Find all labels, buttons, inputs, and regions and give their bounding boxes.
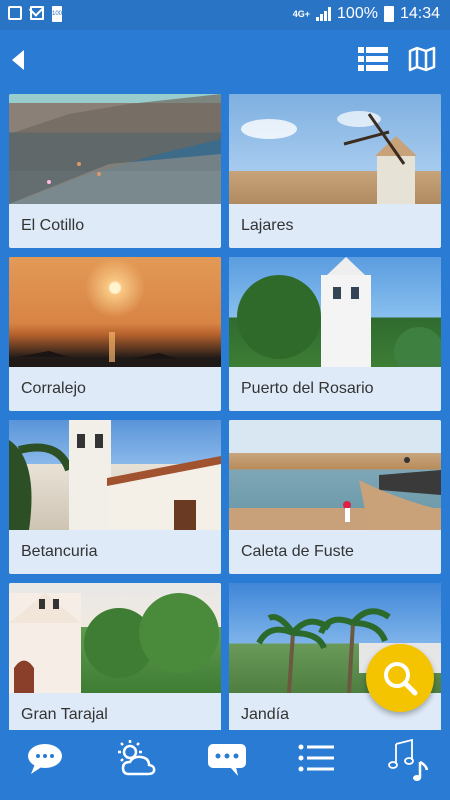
network-type: 4G+ [292,8,311,19]
top-app-bar [0,30,450,90]
chat-bubble-icon [28,744,62,774]
map-icon[interactable] [408,45,440,73]
nav-weather[interactable] [90,730,180,800]
nav-messages[interactable] [181,730,271,800]
place-card-puerto-del-rosario[interactable]: Puerto del Rosario [229,257,441,411]
mail-icon [30,6,44,20]
weather-icon [118,740,156,776]
bottom-navigation [0,730,450,800]
place-name: Corralejo [21,380,86,397]
place-card-lajares[interactable]: Lajares [229,94,441,248]
place-photo [9,583,221,693]
list-icon [298,744,334,772]
place-photo [229,94,441,204]
notification-icons: 100 [8,6,62,22]
place-name: Caleta de Fuste [241,543,354,560]
place-name: Jandía [241,706,290,723]
place-name: Lajares [241,217,294,234]
place-name: Gran Tarajal [21,706,108,723]
back-arrow-icon[interactable] [6,44,36,74]
search-icon [384,662,418,696]
place-name: El Cotillo [21,217,85,234]
message-icon [208,744,246,776]
place-card-gran-tarajal[interactable]: Gran Tarajal [9,583,221,730]
battery-percent: 100% [337,5,378,22]
search-button[interactable] [366,644,434,712]
places-grid: El Cotillo Lajares Corralejo Puerto del … [0,90,450,730]
place-card-corralejo[interactable]: Corralejo [9,257,221,411]
place-card-caleta-de-fuste[interactable]: Caleta de Fuste [229,420,441,574]
place-name: Betancuria [21,543,98,560]
nav-chat[interactable] [0,730,90,800]
place-photo [229,420,441,530]
place-photo [9,94,221,204]
battery-notification-icon: 100 [52,6,62,22]
place-name: Puerto del Rosario [241,380,374,397]
place-card-betancuria[interactable]: Betancuria [9,420,221,574]
music-icon [388,738,429,781]
place-photo [229,257,441,377]
status-bar: 100 4G+ 100% 14:34 [0,0,450,30]
list-view-icon[interactable] [358,45,390,73]
nav-list[interactable] [271,730,361,800]
image-icon [8,6,22,20]
place-photo [9,420,221,530]
signal-icon [316,7,332,21]
battery-icon [383,6,394,22]
system-status: 4G+ 100% 14:34 [293,5,440,23]
place-card-el-cotillo[interactable]: El Cotillo [9,94,221,248]
clock: 14:34 [399,5,440,22]
place-photo [9,257,221,367]
nav-music[interactable] [361,730,450,800]
